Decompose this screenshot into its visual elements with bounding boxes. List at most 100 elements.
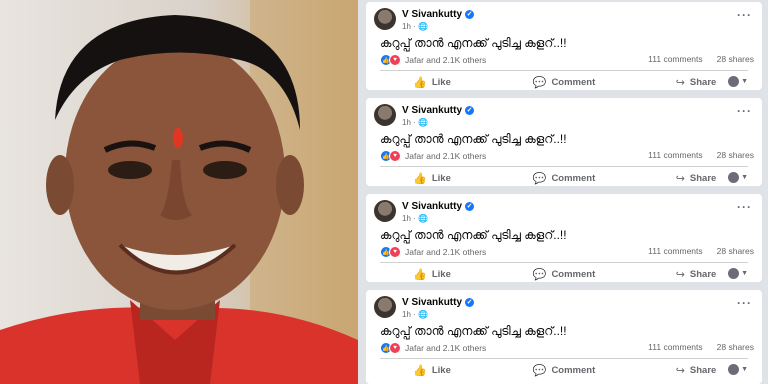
more-options-icon[interactable]: ··· bbox=[737, 296, 752, 310]
divider bbox=[380, 262, 748, 263]
comment-icon: 💬 bbox=[532, 172, 547, 185]
author-avatar[interactable] bbox=[374, 8, 396, 30]
chevron-down-icon: ▼ bbox=[741, 270, 748, 277]
reactions-summary[interactable]: 👍 ♥ Jafar and 2.1K others bbox=[380, 246, 486, 258]
action-bar: 👍 Like 💬 Comment ↪ Share bbox=[366, 266, 762, 282]
reactors-text: Jafar and 2.1K others bbox=[405, 151, 487, 161]
viewer-avatar bbox=[728, 76, 740, 87]
like-button[interactable]: 👍 Like bbox=[366, 266, 498, 282]
audience-selector[interactable]: ▼ bbox=[728, 268, 748, 279]
comments-count[interactable]: 111 comments bbox=[648, 342, 703, 352]
viewer-avatar bbox=[728, 172, 740, 183]
comment-button[interactable]: 💬 Comment bbox=[498, 74, 630, 90]
comments-count[interactable]: 111 comments bbox=[648, 150, 703, 160]
comment-icon: 💬 bbox=[532, 268, 547, 281]
post-card: V Sivankutty ✓ 1h · 🌐 ··· കറുപ്പ് താൻ എനക… bbox=[366, 98, 762, 186]
post-time[interactable]: 1h bbox=[402, 214, 411, 223]
post-meta: 1h · 🌐 bbox=[402, 22, 428, 31]
author-name[interactable]: V Sivankutty bbox=[402, 201, 462, 212]
shares-count[interactable]: 28 shares bbox=[717, 150, 754, 160]
thumbs-up-icon: 👍 bbox=[413, 172, 427, 185]
share-icon: ↪ bbox=[675, 172, 685, 185]
chevron-down-icon: ▼ bbox=[741, 174, 748, 181]
comment-button[interactable]: 💬 Comment bbox=[498, 170, 630, 186]
thumbs-up-icon: 👍 bbox=[413, 268, 427, 281]
like-button[interactable]: 👍 Like bbox=[366, 74, 498, 90]
author-avatar[interactable] bbox=[374, 296, 396, 318]
audience-selector[interactable]: ▼ bbox=[728, 76, 748, 87]
thumbs-up-icon: 👍 bbox=[413, 364, 427, 377]
post-meta: 1h · 🌐 bbox=[402, 118, 428, 127]
post-text: കറുപ്പ് താൻ എനക്ക് പുടിച്ച കളറ്..!! bbox=[380, 228, 567, 242]
author-name[interactable]: V Sivankutty bbox=[402, 105, 462, 116]
facebook-feed: V Sivankutty ✓ 1h · 🌐 ··· കറുപ്പ് താൻ എനക… bbox=[358, 0, 768, 384]
comment-button[interactable]: 💬 Comment bbox=[498, 362, 630, 378]
share-label: Share bbox=[689, 268, 717, 280]
comments-count[interactable]: 111 comments bbox=[648, 54, 703, 64]
comment-button[interactable]: 💬 Comment bbox=[498, 266, 630, 282]
shares-count[interactable]: 28 shares bbox=[717, 246, 754, 256]
post-card: V Sivankutty ✓ 1h · 🌐 ··· കറുപ്പ് താൻ എനക… bbox=[366, 194, 762, 282]
thumbs-up-icon: 👍 bbox=[413, 76, 427, 89]
action-bar: 👍 Like 💬 Comment ↪ Share bbox=[366, 74, 762, 90]
author-avatar[interactable] bbox=[374, 200, 396, 222]
comment-icon: 💬 bbox=[532, 364, 547, 377]
like-label: Like bbox=[431, 172, 451, 184]
post-time[interactable]: 1h bbox=[402, 310, 411, 319]
post-time[interactable]: 1h bbox=[402, 22, 411, 31]
like-label: Like bbox=[431, 364, 451, 376]
globe-icon: 🌐 bbox=[418, 118, 428, 127]
divider bbox=[380, 70, 748, 71]
audience-selector[interactable]: ▼ bbox=[728, 364, 748, 375]
author-name[interactable]: V Sivankutty bbox=[402, 297, 462, 308]
love-reaction-icon: ♥ bbox=[389, 246, 401, 258]
comment-label: Comment bbox=[551, 364, 596, 376]
comment-label: Comment bbox=[551, 268, 596, 280]
comment-icon: 💬 bbox=[532, 76, 547, 89]
verified-badge-icon: ✓ bbox=[465, 106, 475, 115]
globe-icon: 🌐 bbox=[418, 214, 428, 223]
shares-count[interactable]: 28 shares bbox=[717, 54, 754, 64]
profile-photo bbox=[0, 0, 358, 384]
share-label: Share bbox=[689, 364, 717, 376]
reactions-summary[interactable]: 👍 ♥ Jafar and 2.1K others bbox=[380, 54, 486, 66]
comment-label: Comment bbox=[551, 172, 596, 184]
chevron-down-icon: ▼ bbox=[741, 78, 748, 85]
action-bar: 👍 Like 💬 Comment ↪ Share bbox=[366, 170, 762, 186]
post-time[interactable]: 1h bbox=[402, 118, 411, 127]
comments-count[interactable]: 111 comments bbox=[648, 246, 703, 256]
like-button[interactable]: 👍 Like bbox=[366, 362, 498, 378]
more-options-icon[interactable]: ··· bbox=[737, 8, 752, 22]
viewer-avatar bbox=[728, 364, 740, 375]
author-name[interactable]: V Sivankutty bbox=[402, 9, 462, 20]
share-icon: ↪ bbox=[675, 76, 685, 89]
share-icon: ↪ bbox=[675, 268, 685, 281]
love-reaction-icon: ♥ bbox=[389, 342, 401, 354]
reactions-summary[interactable]: 👍 ♥ Jafar and 2.1K others bbox=[380, 342, 486, 354]
more-options-icon[interactable]: ··· bbox=[737, 200, 752, 214]
verified-badge-icon: ✓ bbox=[465, 202, 475, 211]
share-icon: ↪ bbox=[675, 364, 685, 377]
love-reaction-icon: ♥ bbox=[389, 54, 401, 66]
post-meta: 1h · 🌐 bbox=[402, 214, 428, 223]
comment-label: Comment bbox=[551, 76, 596, 88]
like-button[interactable]: 👍 Like bbox=[366, 170, 498, 186]
more-options-icon[interactable]: ··· bbox=[737, 104, 752, 118]
chevron-down-icon: ▼ bbox=[741, 366, 748, 373]
reactors-text: Jafar and 2.1K others bbox=[405, 247, 487, 257]
share-label: Share bbox=[689, 172, 717, 184]
viewer-avatar bbox=[728, 268, 740, 279]
love-reaction-icon: ♥ bbox=[389, 150, 401, 162]
verified-badge-icon: ✓ bbox=[465, 10, 475, 19]
author-avatar[interactable] bbox=[374, 104, 396, 126]
globe-icon: 🌐 bbox=[418, 22, 428, 31]
post-text: കറുപ്പ് താൻ എനക്ക് പുടിച്ച കളറ്..!! bbox=[380, 132, 567, 146]
reactors-text: Jafar and 2.1K others bbox=[405, 343, 487, 353]
audience-selector[interactable]: ▼ bbox=[728, 172, 748, 183]
globe-icon: 🌐 bbox=[418, 310, 428, 319]
shares-count[interactable]: 28 shares bbox=[717, 342, 754, 352]
reactions-summary[interactable]: 👍 ♥ Jafar and 2.1K others bbox=[380, 150, 486, 162]
divider bbox=[380, 166, 748, 167]
post-card: V Sivankutty ✓ 1h · 🌐 ··· കറുപ്പ് താൻ എനക… bbox=[366, 2, 762, 90]
reactors-text: Jafar and 2.1K others bbox=[405, 55, 487, 65]
